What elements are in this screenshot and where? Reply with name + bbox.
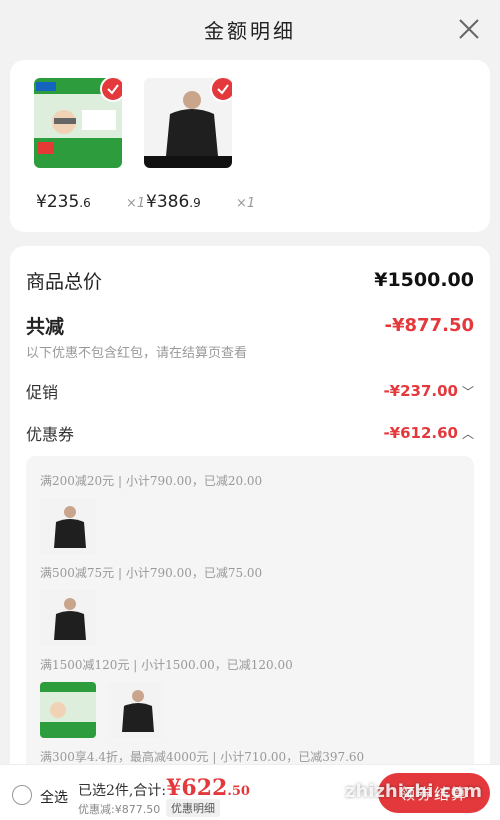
close-icon[interactable] (456, 16, 482, 42)
coupon-rule: 满200减20元 | 小计790.00，已减20.00 (40, 474, 263, 488)
product-qty: ×1 (236, 196, 256, 211)
site-watermark: zhizhizhi.com (344, 781, 482, 802)
glasses-product-icon (40, 682, 96, 738)
product-image-jacket (144, 78, 232, 168)
jacket-product-icon (40, 498, 96, 554)
selected-summary: 已选2件,合计:¥622.50 (78, 775, 250, 801)
coupon-row[interactable]: 优惠券 -¥612.60 ︿ (26, 418, 474, 448)
discount-note: 以下优惠不包含红包，请在结算页查看 (26, 346, 248, 361)
select-all-radio[interactable] (12, 785, 32, 805)
total-price-value: ¥1500.00 (374, 269, 474, 291)
total-amount: ¥622.50 (166, 775, 250, 801)
product-checked-icon[interactable] (210, 78, 232, 102)
chevron-down-icon: ﹀ (461, 384, 474, 399)
coupon-value: -¥612.60 ︿ (383, 424, 474, 442)
promotion-row[interactable]: 促销 -¥237.00 ﹀ (26, 376, 474, 406)
coupon-rule: 满1500减120元 | 小计1500.00，已减120.00 (40, 658, 293, 672)
promotion-value: -¥237.00 ﹀ (383, 382, 474, 400)
modal-title: 金额明细 (204, 18, 296, 43)
product-price: ¥386.9 (146, 192, 201, 212)
product-item-jacket[interactable]: ¥386.9 ×1 (144, 78, 255, 212)
selected-products-card: ¥235.6 ×1 ¥386.9 ×1 (10, 60, 490, 232)
total-price-row: 商品总价 ¥1500.00 (26, 264, 474, 296)
jacket-product-icon (108, 682, 164, 738)
product-price: ¥235.6 (36, 192, 91, 212)
coupon-label: 优惠券 (26, 425, 75, 444)
coupon-product-thumb (40, 590, 96, 646)
jacket-product-icon (40, 590, 96, 646)
discount-detail-button[interactable]: 优惠明细 (166, 799, 220, 817)
coupon-rule: 满500减75元 | 小计790.00，已减75.00 (40, 566, 263, 580)
product-item-glasses[interactable]: ¥235.6 ×1 (34, 78, 145, 212)
total-discount-row: 共减 -¥877.50 (26, 310, 474, 340)
product-qty: ×1 (126, 196, 146, 211)
coupon-product-thumb (40, 682, 96, 738)
total-discount-label: 共减 (26, 315, 65, 338)
select-all-label[interactable]: 全选 (40, 787, 68, 807)
saved-amount: 优惠减:¥877.50 (78, 803, 161, 816)
coupon-rule: 满300享4.4折，最高减4000元 | 小计710.00，已减397.60 (40, 750, 365, 764)
modal-header: 金额明细 (0, 0, 500, 58)
coupon-product-thumb (40, 498, 96, 554)
amount-detail-card: 商品总价 ¥1500.00 共减 -¥877.50 以下优惠不包含红包，请在结算… (10, 246, 490, 820)
product-image-glasses (34, 78, 122, 168)
coupon-product-thumb (108, 682, 164, 738)
chevron-up-icon: ︿ (461, 426, 474, 441)
product-checked-icon[interactable] (100, 78, 122, 102)
total-discount-value: -¥877.50 (384, 314, 474, 336)
checkout-bar: 全选 已选2件,合计:¥622.50 优惠减:¥877.50 优惠明细 领券结算… (0, 764, 500, 820)
total-price-label: 商品总价 (26, 270, 103, 293)
promotion-label: 促销 (26, 383, 59, 402)
